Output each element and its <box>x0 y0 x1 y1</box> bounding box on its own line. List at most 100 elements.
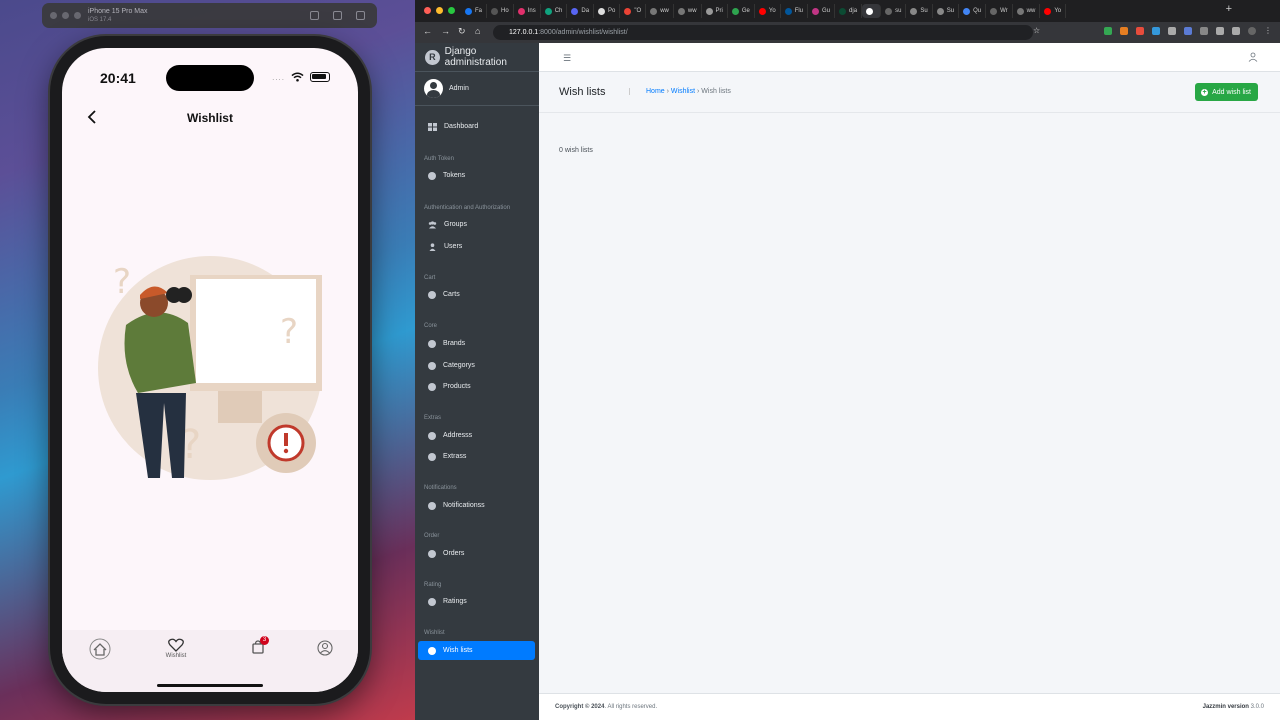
browser-tab[interactable]: Wr <box>986 4 1013 18</box>
sidebar-item-orders[interactable]: Orders <box>418 544 535 563</box>
browser-tab[interactable]: Pri <box>702 4 728 18</box>
sidebar-item-label: Tokens <box>443 172 466 179</box>
browser-tab[interactable]: Qu <box>959 4 987 18</box>
tab-favicon-icon <box>650 7 658 15</box>
browser-tab[interactable]: ww <box>1013 4 1041 18</box>
browser-tab[interactable]: Fa <box>461 4 488 18</box>
sidebar-item-dashboard[interactable]: Dashboard <box>418 117 535 136</box>
sidebar-item-label: Categorys <box>443 362 475 369</box>
browser-tab[interactable]: Da <box>567 4 595 18</box>
status-icons: .... <box>272 72 330 82</box>
address-bar[interactable]: 127.0.0.1:8000/admin/wishlist/wishlist/ <box>493 25 1033 40</box>
forward-icon[interactable]: → <box>441 26 450 36</box>
browser-tab[interactable]: ww <box>646 4 674 18</box>
screenshot-icon[interactable] <box>333 11 342 20</box>
browser-home-icon[interactable]: ⌂ <box>475 26 480 36</box>
simulator-titlebar: iPhone 15 Pro Max iOS 17.4 <box>42 3 377 28</box>
breadcrumb-wishlist[interactable]: Wishlist <box>671 88 695 95</box>
browser-tab[interactable]: Su <box>933 4 960 18</box>
browser-tab[interactable] <box>862 4 882 18</box>
home-indicator[interactable] <box>157 684 263 687</box>
sidebar-item-label: Brands <box>443 340 466 347</box>
tab-favicon-icon <box>885 7 893 15</box>
sidebar-item-users[interactable]: Users <box>418 237 535 256</box>
browser-tab[interactable]: Yo <box>1040 4 1067 18</box>
heart-icon <box>168 638 184 652</box>
reload-icon[interactable]: ↻ <box>458 26 466 37</box>
circle-icon <box>428 339 436 348</box>
empty-wishlist-illustration: ? ? ? <box>98 256 322 480</box>
circle-icon <box>428 597 436 606</box>
add-wish-list-button[interactable]: + Add wish list <box>1195 83 1258 101</box>
browser-tab[interactable]: Su <box>906 4 933 18</box>
circle-icon <box>428 549 436 558</box>
sidebar-item-addresss[interactable]: Addresss <box>418 426 535 445</box>
back-icon[interactable]: ← <box>423 26 432 36</box>
profile-avatar-icon[interactable] <box>1248 27 1256 35</box>
sidebar-item-notificationss[interactable]: Notificationss <box>418 496 535 515</box>
extension-icon[interactable] <box>1104 27 1112 35</box>
browser-tab[interactable]: Ge <box>728 4 755 18</box>
circle-icon <box>428 290 436 299</box>
tab-wishlist[interactable]: Wishlist <box>156 638 196 659</box>
content-header: Wish lists Home › Wishlist › Wish lists … <box>539 72 1280 113</box>
extension-icon[interactable] <box>1184 27 1192 35</box>
browser-tab-title: Fa <box>475 8 483 14</box>
svg-text:?: ? <box>113 262 131 302</box>
browser-tab[interactable]: Po <box>594 4 621 18</box>
svg-text:?: ? <box>280 312 298 352</box>
sidebar-item-products[interactable]: Products <box>418 377 535 396</box>
sidebar-item-categorys[interactable]: Categorys <box>418 356 535 375</box>
url-host: 127.0.0.1 <box>509 29 539 36</box>
sidebar-item-label: Extrass <box>443 453 467 460</box>
result-count: 0 wish lists <box>559 147 593 154</box>
browser-tab[interactable]: dja <box>835 4 863 18</box>
browser-tab[interactable]: Yo <box>755 4 781 18</box>
user-menu-icon[interactable] <box>1248 52 1258 62</box>
browser-tab[interactable]: ww <box>674 4 702 18</box>
browser-tab[interactable]: Ins <box>514 4 541 18</box>
tab-favicon-icon <box>598 7 606 15</box>
bookmark-star-icon[interactable]: ☆ <box>1033 26 1040 35</box>
sidebar-section-header: Order <box>424 533 440 539</box>
browser-menu-icon[interactable]: ⋮ <box>1264 27 1272 35</box>
tab-cart[interactable]: 3 <box>238 636 278 655</box>
sidebar-item-tokens[interactable]: Tokens <box>418 166 535 185</box>
sidebar-item-ratings[interactable]: Ratings <box>418 592 535 611</box>
browser-tab[interactable]: Ch <box>541 4 568 18</box>
sidebar-item-groups[interactable]: Groups <box>418 215 535 234</box>
extensions-puzzle-icon[interactable] <box>1232 27 1240 35</box>
rotate-icon[interactable] <box>356 11 365 20</box>
os-version: iOS 17.4 <box>88 17 112 23</box>
window-traffic-lights[interactable] <box>424 7 455 14</box>
browser-tab-title: su <box>895 8 902 14</box>
new-tab-button[interactable]: + <box>1226 3 1232 15</box>
sidebar-item-brands[interactable]: Brands <box>418 334 535 353</box>
extension-icon[interactable] <box>1200 27 1208 35</box>
tab-profile[interactable] <box>305 640 345 657</box>
breadcrumb-home[interactable]: Home <box>646 88 665 95</box>
sidebar-section-header: Notifications <box>424 485 457 491</box>
simulator-title: iPhone 15 Pro Max iOS 17.4 <box>88 8 148 24</box>
sidebar-user[interactable]: Admin <box>415 72 539 106</box>
browser-tab[interactable]: Gu <box>808 4 836 18</box>
extension-icon[interactable] <box>1152 27 1160 35</box>
extension-icon[interactable] <box>1120 27 1128 35</box>
extension-icon[interactable] <box>1136 27 1144 35</box>
home-button-icon[interactable] <box>310 11 319 20</box>
extension-icon[interactable] <box>1168 27 1176 35</box>
extension-icon[interactable] <box>1216 27 1224 35</box>
sidebar-item-carts[interactable]: Carts <box>418 285 535 304</box>
user-icon <box>429 242 436 251</box>
hamburger-menu-icon[interactable]: ☰ <box>563 53 571 64</box>
browser-tab[interactable]: Ho <box>487 4 514 18</box>
window-controls[interactable] <box>50 12 81 19</box>
browser-tab[interactable]: Flu <box>781 4 809 18</box>
sidebar-item-wish-lists[interactable]: Wish lists <box>418 641 535 660</box>
browser-tab[interactable]: "O <box>620 4 647 18</box>
admin-brand[interactable]: R Django administration <box>415 43 539 72</box>
tab-home[interactable] <box>80 638 120 661</box>
tab-favicon-icon <box>990 7 998 15</box>
browser-tab[interactable]: su <box>881 4 907 18</box>
sidebar-item-extrass[interactable]: Extrass <box>418 447 535 466</box>
